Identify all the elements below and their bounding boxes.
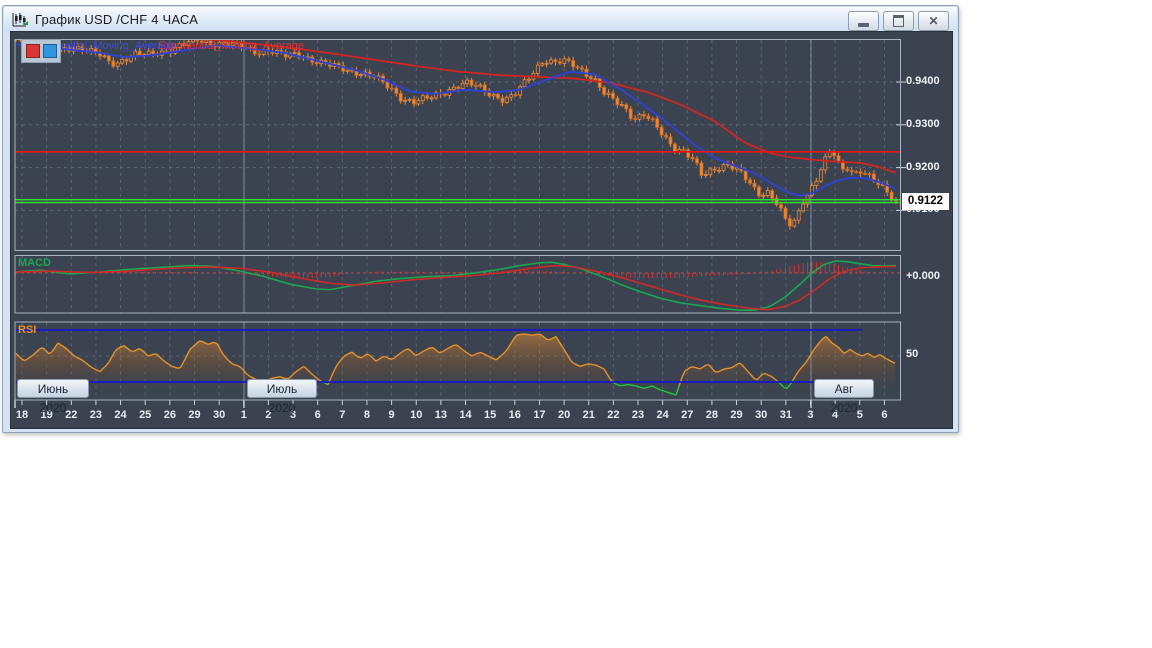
ma2-legend-label: Exponential_Moving_Average xyxy=(158,40,304,52)
red-indicator-swatch-icon[interactable] xyxy=(26,44,40,58)
time-axis-label: 1 xyxy=(231,409,257,421)
time-axis-label: 3 xyxy=(797,409,823,421)
time-axis-label: 18 xyxy=(9,409,35,421)
month-marker: Июнь 2020 xyxy=(17,379,89,398)
macd-axis-value: +0.000 xyxy=(906,270,940,282)
desktop: { "window": { "title": "График USD /CHF … xyxy=(0,0,1152,648)
time-axis-label: 22 xyxy=(600,409,626,421)
price-axis-label: 0.9200 xyxy=(906,161,940,173)
time-axis-label: 29 xyxy=(724,409,750,421)
time-axis-label: 23 xyxy=(83,409,109,421)
month-marker: Июль 2020 xyxy=(247,379,317,398)
time-axis-label: 31 xyxy=(773,409,799,421)
price-axis-label: 0.9400 xyxy=(906,75,940,87)
time-axis-label: 24 xyxy=(108,409,134,421)
price-axis-label: 0.9300 xyxy=(906,118,940,130)
moving-average-lines xyxy=(16,35,896,196)
chart-canvas[interactable] xyxy=(0,0,1152,648)
time-axis-label: 25 xyxy=(132,409,158,421)
time-axis-label: 21 xyxy=(576,409,602,421)
rsi-fill xyxy=(16,334,896,400)
time-axis-label: 13 xyxy=(428,409,454,421)
time-axis-label: 26 xyxy=(157,409,183,421)
macd-label: MACD xyxy=(18,257,51,269)
time-axis-label: 30 xyxy=(206,409,232,421)
time-axis-label: 23 xyxy=(625,409,651,421)
time-axis-label: 6 xyxy=(871,409,897,421)
macd-series xyxy=(15,261,901,310)
time-axis-label: 10 xyxy=(403,409,429,421)
time-axis-label: 7 xyxy=(329,409,355,421)
rsi-series xyxy=(15,330,896,400)
time-axis-label: 14 xyxy=(453,409,479,421)
blue-indicator-swatch-icon[interactable] xyxy=(43,44,57,58)
time-axis-label: 15 xyxy=(477,409,503,421)
macd-signal-line xyxy=(16,266,896,310)
time-axis-label: 27 xyxy=(674,409,700,421)
time-axis-label: 16 xyxy=(502,409,528,421)
time-axis-label: 8 xyxy=(354,409,380,421)
indicator-color-buttons[interactable] xyxy=(21,39,61,63)
candlestick-series xyxy=(15,34,898,230)
time-axis-label: 30 xyxy=(748,409,774,421)
ema-fast-line xyxy=(16,44,896,195)
time-axis-label: 28 xyxy=(699,409,725,421)
current-price-tag: 0.9122 xyxy=(902,193,949,210)
time-axis-label: 9 xyxy=(379,409,405,421)
rsi-label: RSI xyxy=(18,324,36,336)
time-axis-label: 6 xyxy=(305,409,331,421)
time-axis-label: 24 xyxy=(650,409,676,421)
rsi-axis-value: 50 xyxy=(906,348,918,360)
macd-line xyxy=(16,261,896,310)
time-axis-label: 29 xyxy=(181,409,207,421)
time-axis-label: 17 xyxy=(526,409,552,421)
month-marker: Авг 2020 xyxy=(814,379,874,398)
time-axis-label: 20 xyxy=(551,409,577,421)
